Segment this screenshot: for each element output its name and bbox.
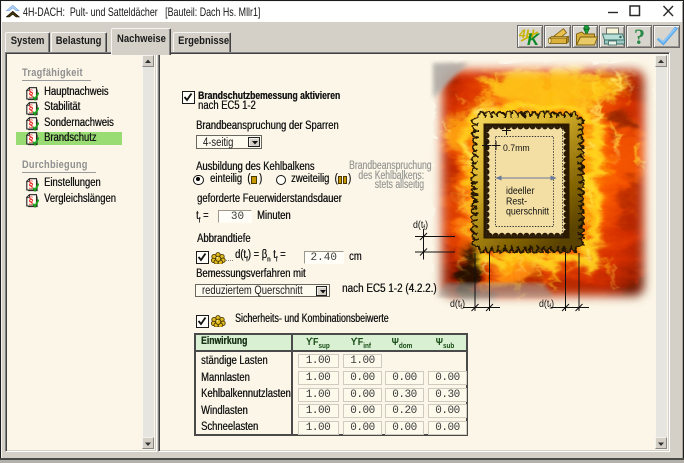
svg-text:Rest-: Rest- — [506, 196, 527, 207]
svg-text:?: ? — [634, 25, 645, 48]
svg-text:d(tf): d(tf) — [413, 220, 428, 233]
svg-text:d(tf): d(tf) — [450, 299, 465, 312]
svg-text:ideeller: ideeller — [506, 186, 534, 197]
svg-text:0.7mm: 0.7mm — [503, 143, 530, 153]
svg-text:K: K — [527, 30, 541, 48]
svg-text:querschnitt: querschnitt — [506, 206, 549, 217]
